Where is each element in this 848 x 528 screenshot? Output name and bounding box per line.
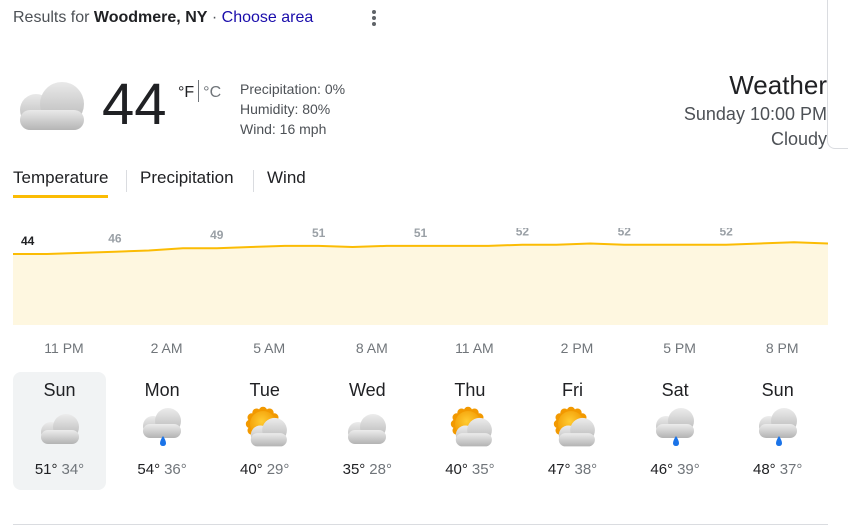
forecast-day-7[interactable]: Sun 48° 37°: [731, 372, 824, 490]
hour-tick-label: 11 PM: [44, 340, 84, 356]
cloudy-icon: [13, 406, 106, 454]
day-name: Thu: [454, 380, 486, 400]
low-temp: 39°: [677, 461, 700, 478]
forecast-day-5[interactable]: Fri 47° 38°: [526, 372, 619, 490]
hour-tick-label: 11 AM: [455, 340, 494, 356]
weather-title: Weather: [729, 70, 827, 100]
day-temps: 35° 28°: [321, 461, 414, 478]
temperature-label: 44: [21, 234, 35, 248]
high-temp: 54°: [137, 461, 161, 478]
hour-tick-label: 8 PM: [765, 340, 799, 356]
tab-wind[interactable]: Wind: [267, 168, 306, 188]
high-temp: 35°: [342, 461, 366, 478]
forecast-day-6[interactable]: Sat 46° 39°: [629, 372, 722, 490]
low-temp: 35°: [471, 461, 495, 478]
high-temp: 51°: [34, 461, 58, 478]
hour-tick-label: 8 AM: [355, 340, 388, 356]
day-name: Fri: [562, 380, 583, 400]
forecast-day-0[interactable]: Sun 51° 34°: [13, 372, 106, 490]
choose-area-link[interactable]: Choose area: [222, 9, 314, 26]
day-name: Wed: [348, 380, 386, 400]
day-temps: 47° 38°: [526, 461, 619, 478]
temperature-label: 49: [210, 228, 224, 242]
more-options-icon[interactable]: [368, 8, 380, 30]
day-temps: 40° 29°: [218, 461, 311, 478]
separator-dot: ·: [211, 9, 218, 26]
high-temp: 46°: [650, 461, 674, 478]
low-temp: 37°: [779, 461, 803, 478]
bottom-divider: [13, 524, 828, 525]
forecast-day-1[interactable]: Mon 54° 36°: [116, 372, 209, 490]
rain-icon: [731, 406, 824, 454]
partly-cloudy-icon: [423, 406, 516, 454]
partly-cloudy-icon: [526, 406, 619, 454]
hour-tick-label: 2 PM: [560, 340, 594, 356]
precipitation-text: Precipitation: 0%: [240, 81, 346, 97]
panel-edge: [827, 0, 848, 149]
temperature-label: 52: [719, 228, 733, 239]
weather-condition: Cloudy: [770, 129, 827, 149]
location-name: Woodmere, NY: [93, 9, 208, 26]
partly-cloudy-icon: [218, 406, 311, 454]
low-temp: 38°: [574, 461, 598, 478]
results-for-line: Results for Woodmere, NY · Choose area: [13, 9, 313, 27]
temperature-chart: 44 46 49 51 51 52 52 52: [13, 228, 828, 325]
unit-divider: [198, 80, 200, 102]
hour-tick-label: 5 AM: [253, 340, 286, 356]
day-name: Sun: [43, 380, 76, 400]
results-prefix: Results for: [13, 9, 90, 26]
hour-tick-label: 5 PM: [663, 340, 696, 356]
temperature-label: 51: [312, 228, 326, 240]
day-temps: 54° 36°: [116, 461, 209, 478]
day-name: Tue: [249, 380, 280, 400]
weather-time: Sunday 10:00 PM: [683, 104, 827, 124]
temperature-label: 51: [414, 228, 428, 240]
tab-temperature[interactable]: Temperature: [13, 168, 109, 198]
day-temps: 48° 37°: [731, 461, 824, 478]
cloudy-icon: [321, 406, 414, 454]
day-name: Mon: [144, 380, 180, 400]
humidity-text: Humidity: 80%: [240, 101, 331, 117]
current-details: Precipitation: 0% Humidity: 80% Wind: 16…: [240, 79, 345, 139]
day-temps: 46° 39°: [629, 461, 722, 478]
cloudy-icon: [12, 80, 88, 137]
day-name: Sat: [661, 380, 689, 400]
rain-icon: [116, 406, 209, 454]
temperature-area: [13, 242, 828, 325]
low-temp: 29°: [266, 461, 290, 478]
day-temps: 40° 35°: [423, 461, 516, 478]
rain-icon: [629, 406, 722, 454]
hour-tick-label: 2 AM: [150, 340, 183, 356]
low-temp: 28°: [369, 461, 392, 478]
day-name: Sun: [761, 380, 794, 400]
high-temp: 48°: [753, 461, 776, 478]
forecast-day-2[interactable]: Tue 40° 29°: [218, 372, 311, 490]
unit-toggle: °F °C: [178, 80, 221, 102]
tab-precipitation[interactable]: Precipitation: [140, 168, 234, 188]
current-temperature: 44: [102, 72, 167, 137]
tab-divider: [126, 170, 127, 192]
forecast-day-3[interactable]: Wed 35° 28°: [321, 372, 414, 490]
high-temp: 40°: [445, 461, 468, 478]
forecast-day-4[interactable]: Thu 40° 35°: [423, 372, 516, 490]
low-temp: 36°: [164, 461, 187, 478]
temperature-label: 46: [108, 232, 122, 246]
fahrenheit-toggle[interactable]: °F: [178, 84, 194, 101]
day-temps: 51° 34°: [13, 461, 106, 478]
temperature-label: 52: [618, 228, 632, 239]
wind-text: Wind: 16 mph: [240, 121, 327, 137]
high-temp: 47°: [547, 461, 571, 478]
tab-divider: [253, 170, 254, 192]
celsius-toggle[interactable]: °C: [203, 84, 221, 101]
temperature-label: 52: [516, 228, 530, 239]
high-temp: 40°: [240, 461, 263, 478]
low-temp: 34°: [61, 461, 85, 478]
